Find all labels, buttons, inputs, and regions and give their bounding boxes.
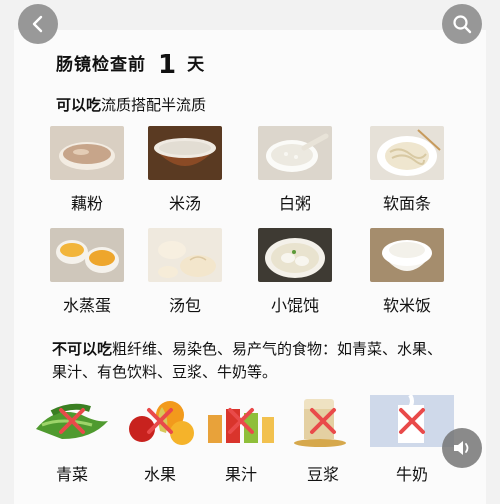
food-item-steamed-egg: 水蒸蛋 xyxy=(44,228,130,316)
soup-dumplings-icon xyxy=(148,228,222,282)
soft-noodles-bowl-icon xyxy=(370,126,444,180)
steamed-egg-icon xyxy=(50,228,124,282)
soy-milk-icon xyxy=(290,395,356,447)
cross-icon xyxy=(228,408,254,434)
food-label: 青菜 xyxy=(55,465,88,484)
speaker-icon xyxy=(454,441,469,455)
food-label: 藕粉 xyxy=(70,194,103,213)
forbidden-heading-bold: 不可以吃 xyxy=(52,340,113,358)
forbidden-item-milk: 牛奶 xyxy=(370,395,454,485)
back-button[interactable] xyxy=(18,4,58,44)
allowed-heading: 可以吃流质搭配半流质 xyxy=(56,94,206,115)
search-icon xyxy=(453,15,472,34)
food-item-rice-soup: 米汤 xyxy=(142,126,228,214)
food-label: 水蒸蛋 xyxy=(62,296,111,315)
food-label: 软面条 xyxy=(382,194,431,213)
top-bar xyxy=(0,0,500,48)
food-item-soft-noodles: 软面条 xyxy=(364,126,450,214)
food-item-porridge: 白粥 xyxy=(252,126,338,214)
cross-icon xyxy=(147,408,173,434)
forbidden-item-vegetables: 青菜 xyxy=(32,395,112,485)
food-item-soup-dumplings: 汤包 xyxy=(142,228,228,316)
food-label: 软米饭 xyxy=(382,296,431,315)
milk-icon xyxy=(370,395,454,447)
food-label: 白粥 xyxy=(278,194,311,213)
title-suffix: 天 xyxy=(187,55,206,75)
allowed-heading-bold: 可以吃 xyxy=(56,96,102,114)
forbidden-item-juice: 果汁 xyxy=(202,395,280,485)
fruits-icon xyxy=(120,395,200,447)
search-button[interactable] xyxy=(442,4,482,44)
food-item-wonton: 小馄饨 xyxy=(252,228,338,316)
food-label: 豆浆 xyxy=(306,465,339,484)
food-label: 米汤 xyxy=(168,194,201,213)
white-porridge-bowl-icon xyxy=(258,126,332,180)
chevron-left-icon xyxy=(32,15,43,33)
page-title: 肠镜检查前 1 天 xyxy=(56,50,205,80)
allowed-heading-rest: 流质搭配半流质 xyxy=(101,96,207,114)
sound-button[interactable] xyxy=(442,428,482,468)
food-label: 汤包 xyxy=(168,296,201,315)
cross-icon xyxy=(399,408,425,434)
lotus-root-starch-bowl-icon xyxy=(50,126,124,180)
wonton-bowl-icon xyxy=(258,228,332,282)
food-item-soft-rice: 软米饭 xyxy=(364,228,450,316)
title-prefix: 肠镜检查前 xyxy=(56,55,146,75)
cross-icon xyxy=(59,408,85,434)
food-item-lotus-starch: 藕粉 xyxy=(44,126,130,214)
fruit-juice-icon xyxy=(202,395,280,447)
soft-rice-bowl-icon xyxy=(370,228,444,282)
title-number: 1 xyxy=(158,50,178,80)
food-label: 水果 xyxy=(143,465,176,484)
forbidden-heading: 不可以吃粗纤维、易染色、易产气的食物：如青菜、水果、果汁、有色饮料、豆浆、牛奶等… xyxy=(52,338,452,384)
green-vegetables-icon xyxy=(32,395,112,447)
food-label: 牛奶 xyxy=(395,465,428,484)
rice-soup-bowl-icon xyxy=(148,126,222,180)
forbidden-item-fruits: 水果 xyxy=(120,395,200,485)
food-label: 小馄饨 xyxy=(270,296,319,315)
cross-icon xyxy=(310,408,336,434)
forbidden-item-soy-milk: 豆浆 xyxy=(290,395,356,485)
food-label: 果汁 xyxy=(224,465,257,484)
